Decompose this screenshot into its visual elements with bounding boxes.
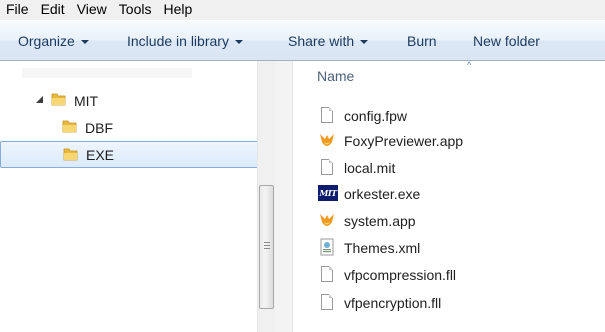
grip-line bbox=[264, 245, 270, 246]
file-name: system.app bbox=[344, 213, 416, 229]
new-folder-button[interactable]: New folder bbox=[473, 32, 540, 50]
file-row[interactable]: local.mit bbox=[318, 157, 598, 179]
file-name: vfpencryption.fll bbox=[344, 295, 442, 311]
pane-splitter[interactable] bbox=[275, 61, 293, 332]
folder-icon bbox=[51, 93, 66, 106]
grip-icon bbox=[264, 242, 270, 243]
file-name: FoxyPreviewer.app bbox=[344, 133, 464, 149]
fox-app-icon bbox=[320, 214, 334, 226]
scrollbar-thumb[interactable] bbox=[259, 185, 274, 309]
navigation-pane: MIT DBF EXE bbox=[0, 61, 272, 332]
column-header-name[interactable]: Name bbox=[317, 68, 354, 84]
generic-file-icon bbox=[318, 106, 336, 126]
tree-item-label: MIT bbox=[74, 93, 99, 109]
file-name: Themes.xml bbox=[344, 240, 421, 256]
mit-logo-icon: MIT bbox=[318, 185, 338, 201]
file-row[interactable]: config.fpw bbox=[318, 105, 598, 127]
expand-arrow-icon[interactable] bbox=[35, 95, 44, 104]
share-with-label: Share with bbox=[288, 33, 355, 49]
command-bar: Organize Include in library Share with B… bbox=[0, 20, 605, 61]
file-row[interactable]: MIT orkester.exe bbox=[318, 183, 598, 205]
tree-item-exe[interactable]: EXE bbox=[0, 141, 270, 168]
grip-line bbox=[264, 248, 270, 249]
chevron-down-icon bbox=[234, 40, 243, 44]
file-row[interactable]: vfpencryption.fll bbox=[318, 292, 598, 314]
file-name: config.fpw bbox=[344, 108, 408, 124]
column-header-label: Name bbox=[317, 68, 355, 84]
file-list: Name ^ config.fpw FoxyPreviewer.app loca… bbox=[293, 60, 605, 332]
xml-file-icon bbox=[320, 238, 334, 256]
sort-ascending-icon: ^ bbox=[467, 60, 472, 70]
tree-item-label: DBF bbox=[85, 120, 113, 136]
file-row[interactable]: system.app bbox=[318, 210, 598, 232]
generic-file-icon bbox=[318, 158, 336, 178]
chevron-down-icon bbox=[360, 40, 369, 44]
file-row[interactable]: Themes.xml bbox=[318, 237, 598, 259]
menu-help[interactable]: Help bbox=[156, 0, 197, 20]
menu-tools[interactable]: Tools bbox=[112, 0, 157, 20]
file-name: vfpcompression.fll bbox=[344, 267, 457, 283]
organize-label: Organize bbox=[18, 33, 75, 49]
nav-scrollbar[interactable] bbox=[257, 61, 275, 332]
file-row[interactable]: vfpcompression.fll bbox=[318, 264, 598, 286]
chevron-down-icon bbox=[80, 40, 89, 44]
fox-app-icon bbox=[320, 134, 334, 146]
tree-item-dbf[interactable]: DBF bbox=[0, 115, 270, 139]
file-name: local.mit bbox=[344, 160, 396, 176]
include-in-library-label: Include in library bbox=[127, 33, 229, 49]
include-in-library-button[interactable]: Include in library bbox=[127, 32, 243, 50]
folder-icon bbox=[62, 120, 77, 133]
folder-icon bbox=[63, 148, 78, 161]
file-name: orkester.exe bbox=[344, 186, 421, 202]
file-row[interactable]: FoxyPreviewer.app bbox=[318, 130, 598, 152]
menu-edit[interactable]: Edit bbox=[34, 0, 70, 20]
tree-item-mit[interactable]: MIT bbox=[0, 89, 270, 113]
generic-file-icon bbox=[318, 265, 336, 285]
menu-view[interactable]: View bbox=[70, 0, 112, 20]
share-with-button[interactable]: Share with bbox=[288, 32, 369, 50]
generic-file-icon bbox=[318, 293, 336, 313]
menu-file[interactable]: File bbox=[0, 0, 34, 20]
menu-bar: File Edit View Tools Help bbox=[0, 0, 605, 20]
organize-button[interactable]: Organize bbox=[18, 32, 89, 50]
tree-item-label: EXE bbox=[86, 147, 115, 163]
redacted-tree-item bbox=[22, 68, 192, 78]
burn-button[interactable]: Burn bbox=[407, 32, 437, 50]
